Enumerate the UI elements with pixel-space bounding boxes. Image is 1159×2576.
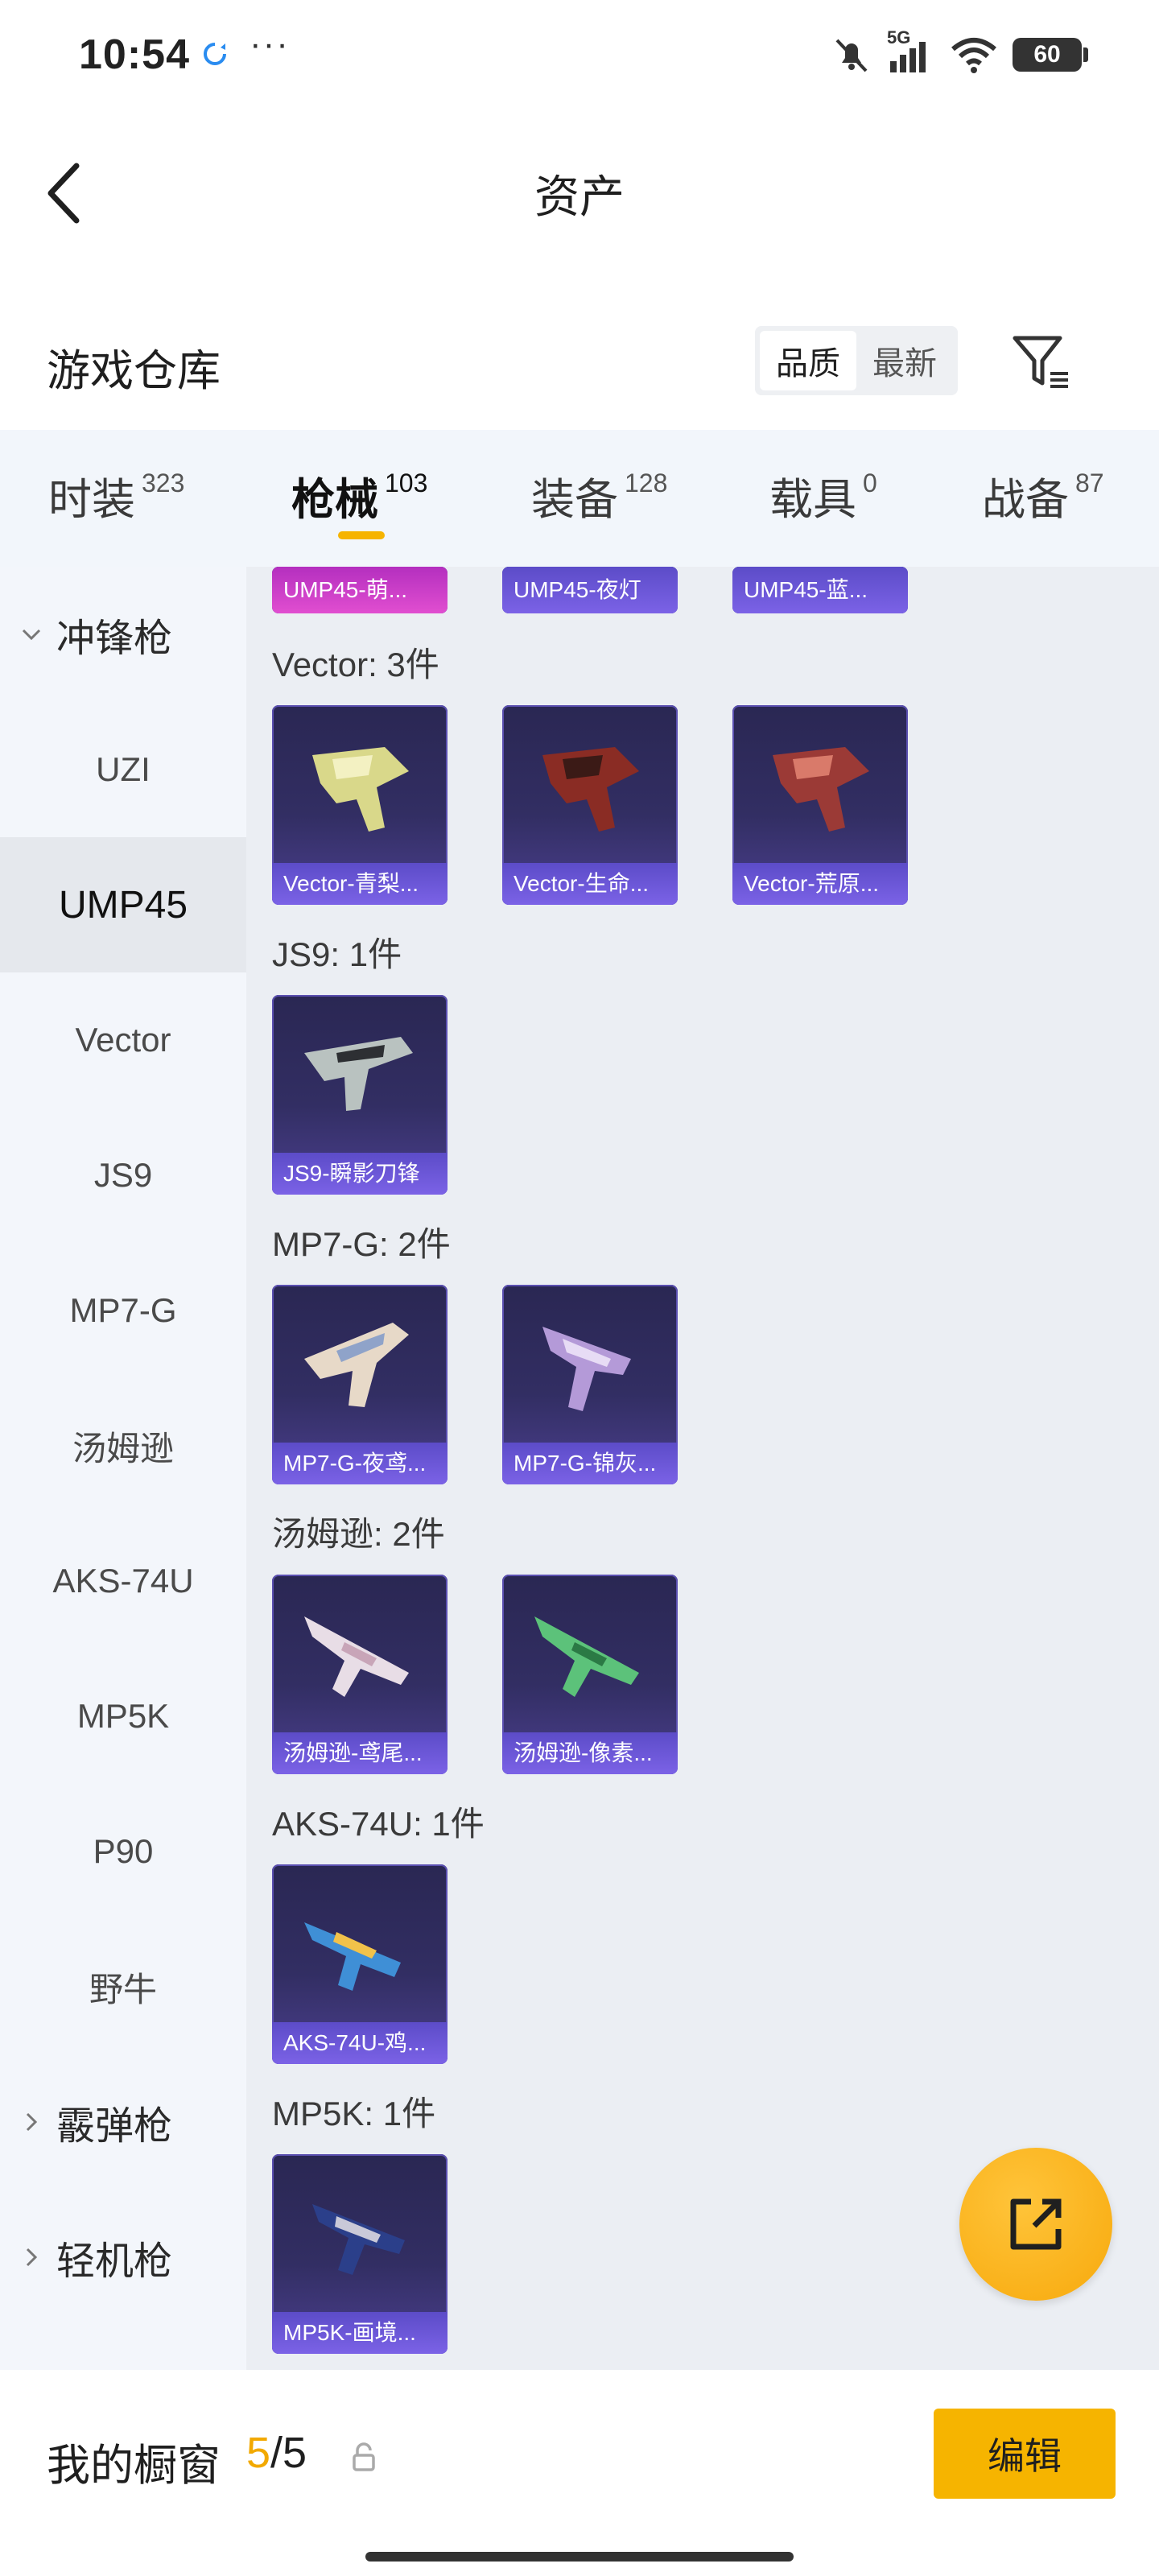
home-indicator[interactable] xyxy=(365,2552,794,2562)
page-title: 资产 xyxy=(534,171,625,222)
category-tabs: 时装 323 枪械 103 装备 128 载具 0 战备 87 xyxy=(0,430,1159,567)
showcase-label: 我的橱窗 xyxy=(47,2442,221,2490)
weapon-skin-image xyxy=(304,1922,401,1991)
weapon-card[interactable]: UMP45-蓝... xyxy=(732,567,908,613)
share-external-icon xyxy=(1010,2198,1062,2250)
tab-fashion[interactable]: 时装 323 xyxy=(48,464,184,527)
showcase-count: 5/5 xyxy=(246,2429,307,2477)
weapon-card[interactable]: AKS-74U-鸡... xyxy=(272,1864,448,2064)
section-title-mp5k: MP5K: 1件 xyxy=(272,2095,436,2132)
sidebar-item-js9[interactable]: JS9 xyxy=(0,1108,246,1243)
weapon-card[interactable]: 汤姆逊-像素... xyxy=(502,1575,678,1774)
share-button[interactable] xyxy=(959,2148,1112,2301)
active-tab-indicator xyxy=(338,531,385,539)
chevron-down-icon xyxy=(22,629,41,641)
weapon-card[interactable]: 汤姆逊-鸢尾... xyxy=(272,1575,448,1774)
lock-icon xyxy=(353,2442,375,2471)
edit-button[interactable]: 编辑 xyxy=(934,2409,1116,2499)
weapon-skin-image xyxy=(534,1616,639,1697)
sidebar-item-vector[interactable]: Vector xyxy=(0,972,246,1108)
sidebar-item-thompson[interactable]: 汤姆逊 xyxy=(0,1378,246,1513)
mute-bell-icon xyxy=(835,39,868,72)
tab-supplies[interactable]: 战备 87 xyxy=(982,464,1104,527)
signal-icon: 5G xyxy=(887,27,935,77)
showcase-bar: 我的橱窗 5/5 编辑 xyxy=(0,2370,1159,2576)
wifi-icon xyxy=(951,38,996,73)
weapon-card[interactable]: UMP45-夜灯 xyxy=(502,567,678,613)
status-more: ··· xyxy=(250,24,290,64)
weapon-card[interactable]: MP7-G-锦灰... xyxy=(502,1285,678,1484)
weapon-skin-image xyxy=(542,747,639,832)
weapon-skin-image xyxy=(773,747,869,832)
weapon-card[interactable]: Vector-生命... xyxy=(502,705,678,905)
sync-icon xyxy=(204,43,226,65)
warehouse-title: 游戏仓库 xyxy=(47,347,221,395)
sidebar-item-uzi[interactable]: UZI xyxy=(0,702,246,837)
sidebar-item-aks74u[interactable]: AKS-74U xyxy=(0,1513,246,1649)
weapon-skin-image xyxy=(312,2204,405,2275)
weapon-card[interactable]: Vector-青梨... xyxy=(272,705,448,905)
battery-icon: 60 xyxy=(1013,38,1088,72)
chevron-right-icon xyxy=(26,2112,38,2132)
nav-header: 资产 xyxy=(0,105,1159,274)
sidebar-item-p90[interactable]: P90 xyxy=(0,1784,246,1919)
sort-toggle: 品质 最新 xyxy=(755,326,958,395)
weapon-skin-image xyxy=(304,1616,409,1697)
tab-firearms[interactable]: 枪械 103 xyxy=(291,464,427,527)
weapon-card[interactable]: JS9-瞬影刀锋 xyxy=(272,995,448,1195)
sort-newest-option[interactable]: 最新 xyxy=(856,331,953,390)
sidebar-item-ump45[interactable]: UMP45 xyxy=(0,837,246,972)
section-title-vector: Vector: 3件 xyxy=(272,646,439,683)
warehouse-row: 游戏仓库 品质 最新 xyxy=(0,314,1159,419)
section-title-mp7g: MP7-G: 2件 xyxy=(272,1225,451,1263)
status-bar: 10:54 ··· 5G 60 xyxy=(0,0,1159,105)
status-time: 10:54 xyxy=(79,31,190,78)
weapon-sidebar: 冲锋枪 UZI UMP45 Vector JS9 MP7-G 汤姆逊 AKS-7… xyxy=(0,567,246,2370)
weapon-skin-image xyxy=(304,1323,409,1407)
sidebar-item-mp5k[interactable]: MP5K xyxy=(0,1649,246,1784)
weapon-card[interactable]: MP7-G-夜鸢... xyxy=(272,1285,448,1484)
sidebar-group-lmg[interactable]: 轻机枪 xyxy=(0,2190,246,2325)
tab-vehicles[interactable]: 载具 0 xyxy=(769,464,877,527)
weapon-skin-image xyxy=(304,1037,413,1111)
weapon-skin-image xyxy=(312,747,409,832)
section-title-aks74u: AKS-74U: 1件 xyxy=(272,1805,485,1843)
sidebar-item-mp7g[interactable]: MP7-G xyxy=(0,1243,246,1378)
sidebar-group-shotgun[interactable]: 霰弹枪 xyxy=(0,2054,246,2190)
weapon-card[interactable]: Vector-荒原... xyxy=(732,705,908,905)
tab-equipment[interactable]: 装备 128 xyxy=(531,464,667,527)
weapon-card[interactable]: UMP45-萌... xyxy=(272,567,448,613)
weapon-grid: UMP45-萌... UMP45-夜灯 UMP45-蓝... Vector: 3… xyxy=(246,567,1159,2370)
filter-icon[interactable] xyxy=(1010,332,1071,393)
sort-quality-option[interactable]: 品质 xyxy=(760,331,856,390)
section-title-js9: JS9: 1件 xyxy=(272,935,402,973)
sidebar-item-bizon[interactable]: 野牛 xyxy=(0,1919,246,2054)
section-title-thompson: 汤姆逊: 2件 xyxy=(272,1515,445,1553)
chevron-right-icon xyxy=(26,2248,38,2267)
status-icons: 5G 60 xyxy=(831,27,1088,77)
weapon-skin-image xyxy=(542,1327,631,1411)
sidebar-group-smg[interactable]: 冲锋枪 xyxy=(0,567,246,702)
weapon-card[interactable]: MP5K-画境... xyxy=(272,2154,448,2354)
